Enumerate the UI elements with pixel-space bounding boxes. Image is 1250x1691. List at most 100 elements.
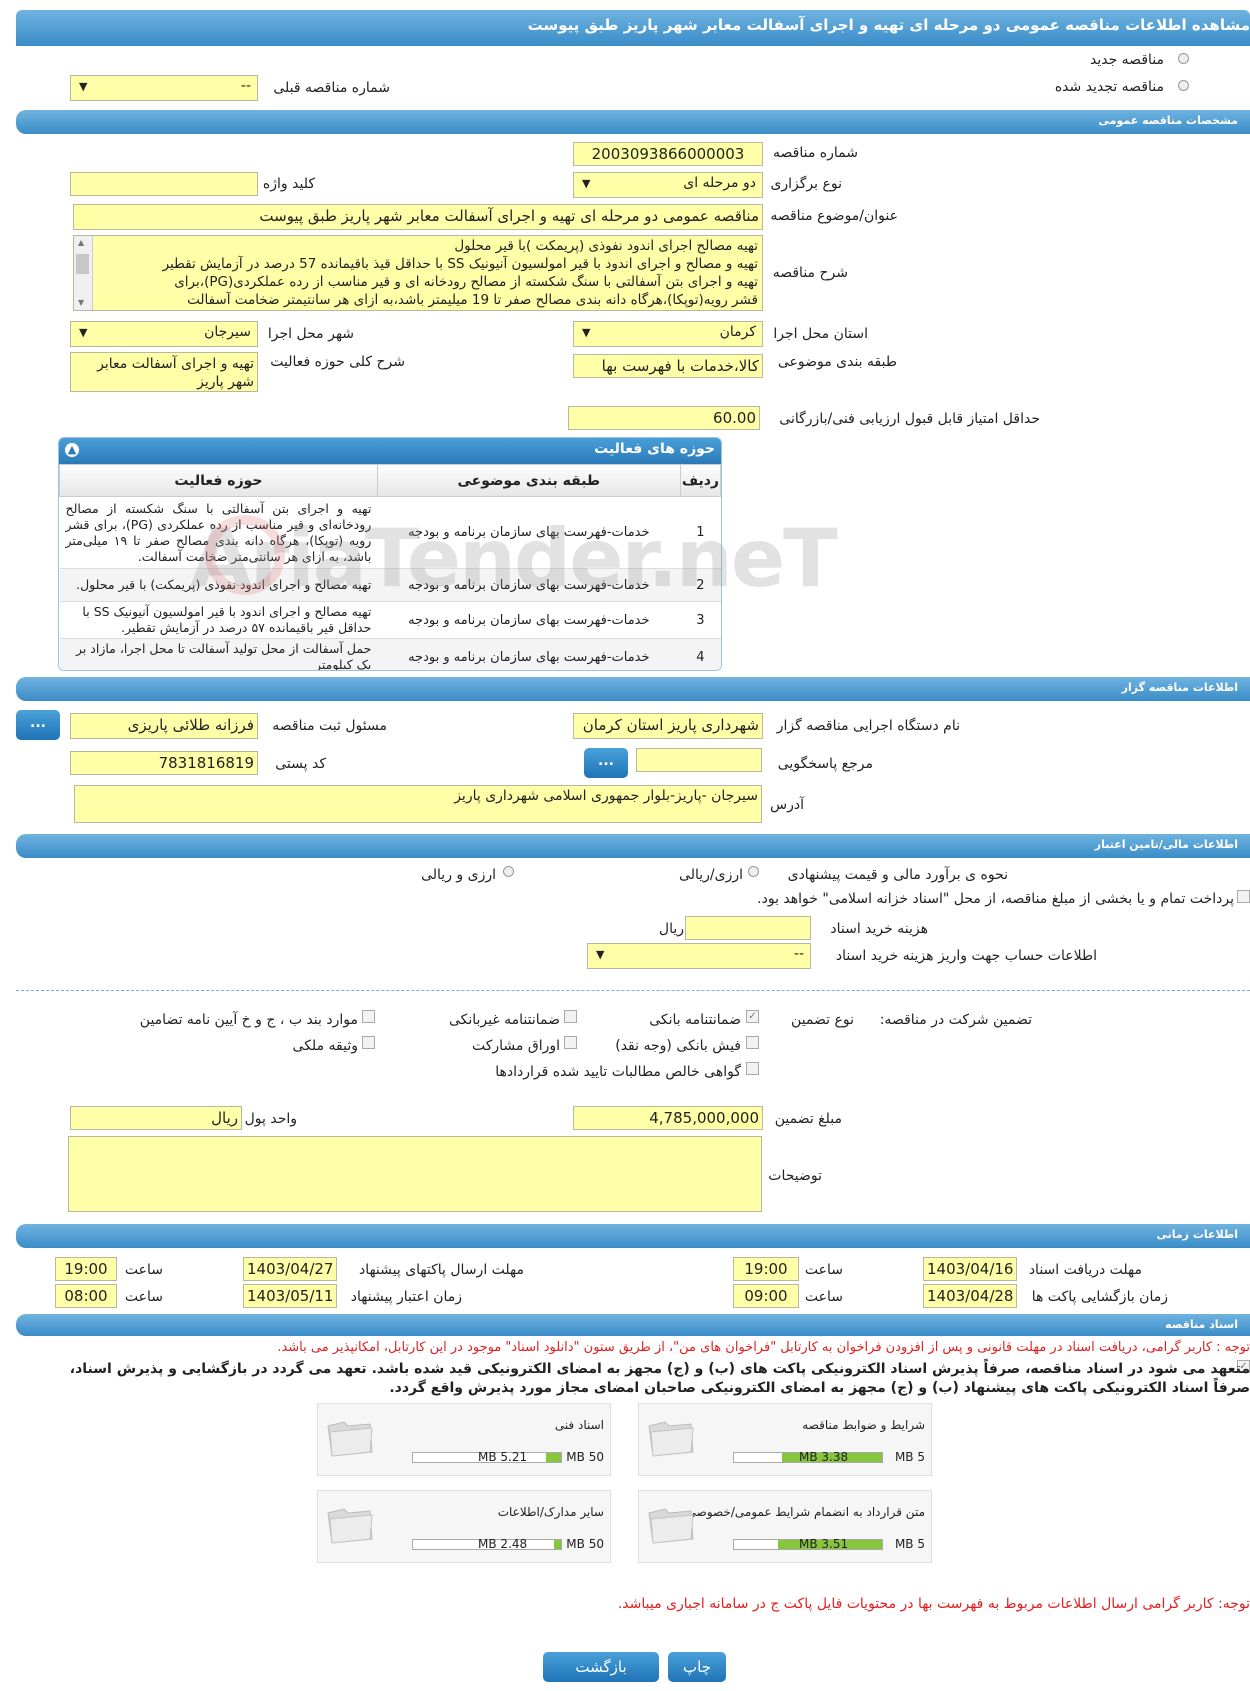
validity-time: 08:00 xyxy=(55,1284,117,1308)
validity-label: زمان اعتبار پیشنهاد xyxy=(350,1289,462,1305)
col-header-row: ردیف xyxy=(679,464,721,497)
guarantee-property-label: وثیقه ملکی xyxy=(292,1038,358,1054)
currency-label: واحد پول xyxy=(244,1111,297,1127)
collapse-icon[interactable]: ▲ xyxy=(65,443,79,457)
estimate-rial-radio[interactable] xyxy=(748,866,759,877)
doc-card-title: سایر مدارک/اطلاعات xyxy=(497,1505,604,1519)
org-label: نام دستگاه اجرایی مناقصه گزار xyxy=(776,718,960,734)
renewed-tender-radio[interactable] xyxy=(1178,80,1189,91)
doc-deadline-label: مهلت دریافت اسناد xyxy=(1028,1262,1142,1278)
activity-table: ردیف طبقه بندی موضوعی حوزه فعالیت 1 خدما… xyxy=(59,464,721,670)
general-section-header: مشخصات مناقصه عمومی xyxy=(16,110,1250,134)
min-score-label: حداقل امتیاز قابل قبول ارزیابی فنی/بازرگ… xyxy=(779,411,1040,427)
province-label: استان محل اجرا xyxy=(773,326,868,342)
doc-card-terms[interactable]: شرایط و ضوابط مناقصه 5 MB 3.38 MB xyxy=(638,1403,932,1476)
guarantee-bonds-label: اوراق مشارکت xyxy=(471,1038,560,1054)
print-button[interactable]: چاپ xyxy=(668,1652,726,1682)
responsible-field: فرزانه طلائی پاریزی xyxy=(70,713,258,739)
opening-time: 09:00 xyxy=(733,1284,799,1308)
description-line: تهیه مصالح اجرای اندود نفوذی (پریمکت )با… xyxy=(454,238,758,254)
guarantee-clauses-label: موارد بند ب ، ج و خ آیین نامه تضامین xyxy=(139,1012,358,1028)
guarantee-bank-checkbox[interactable]: ✓ xyxy=(746,1010,759,1023)
opening-time-label: ساعت xyxy=(804,1289,843,1305)
province-select[interactable]: کرمان ▼ xyxy=(573,321,763,347)
opening-date: 1403/04/28 xyxy=(923,1284,1017,1308)
doc-card-other[interactable]: سایر مدارک/اطلاعات 50 MB 2.48 MB xyxy=(317,1490,611,1563)
estimate-rial-label: ارزی/ریالی xyxy=(679,867,743,883)
address-label: آدرس xyxy=(770,797,804,813)
guarantee-clauses-checkbox[interactable] xyxy=(362,1010,375,1023)
city-label: شهر محل اجرا xyxy=(267,326,354,342)
guarantee-cash-label: فیش بانکی (وجه نقد) xyxy=(615,1038,741,1054)
table-row: 4 خدمات-فهرست بهای سازمان برنامه و بودجه… xyxy=(59,638,721,670)
org-field: شهرداری پاریز استان کرمان xyxy=(573,713,763,739)
section-divider xyxy=(16,990,1250,991)
back-button[interactable]: بازگشت xyxy=(543,1652,659,1682)
new-tender-radio[interactable] xyxy=(1178,53,1189,64)
tender-number-label: شماره مناقصه xyxy=(773,145,858,161)
doc-card-title: اسناد فنی xyxy=(554,1418,604,1432)
doc-cost-label: هزینه خرید اسناد xyxy=(830,921,928,937)
prev-number-select[interactable]: -- ▼ xyxy=(70,75,258,101)
guarantee-bonds-checkbox[interactable] xyxy=(564,1036,577,1049)
activity-desc-label: شرح کلی حوزه فعالیت xyxy=(270,354,405,370)
folder-icon xyxy=(327,1421,373,1457)
description-scrollbar[interactable]: ▲ ▼ xyxy=(74,236,93,310)
keyword-label: کلید واژه xyxy=(262,176,315,192)
doc-card-max: 5 MB xyxy=(894,1450,925,1464)
description-line: تهیه و مصالح و اجرای اندود با قیر امولسی… xyxy=(162,256,758,272)
documents-section-header: اسناد مناقصه xyxy=(16,1314,1250,1336)
renewed-tender-label: مناقصه تجدید شده xyxy=(1054,79,1164,95)
guarantee-cash-checkbox[interactable] xyxy=(746,1036,759,1049)
doc-deadline-time-label: ساعت xyxy=(804,1262,843,1278)
ref-lookup-button[interactable]: ... xyxy=(584,748,628,778)
guarantee-label: تضمین شرکت در مناقصه: xyxy=(879,1012,1032,1028)
col-header-category: طبقه بندی موضوعی xyxy=(376,464,681,497)
notes-field xyxy=(68,1136,762,1212)
table-row: 1 خدمات-فهرست بهای سازمان برنامه و بودجه… xyxy=(59,496,721,569)
doc-card-max: 5 MB xyxy=(894,1537,925,1551)
description-textarea[interactable]: ▲ ▼ تهیه مصالح اجرای اندود نفوذی (پریمکت… xyxy=(73,235,763,311)
doc-cost-unit: ریال xyxy=(658,921,684,937)
folder-icon xyxy=(648,1508,694,1544)
doc-card-contract[interactable]: متن قرارداد به انضمام شرایط عمومی/خصوصی … xyxy=(638,1490,932,1563)
holding-type-select[interactable]: دو مرحله ای ▼ xyxy=(573,172,763,198)
guarantee-amount-field: 4,785,000,000 xyxy=(573,1106,763,1130)
chevron-down-icon: ▼ xyxy=(79,326,88,339)
chevron-down-icon: ▼ xyxy=(596,948,605,961)
doc-card-size: 3.51 MB xyxy=(799,1537,849,1551)
col-header-activity: حوزه فعالیت xyxy=(59,464,378,497)
chevron-down-icon: ▼ xyxy=(79,80,88,93)
table-row: 2 خدمات-فهرست بهای سازمان برنامه و بودجه… xyxy=(59,568,721,602)
submit-deadline-label: مهلت ارسال پاکتهای پیشنهاد xyxy=(358,1262,524,1278)
guarantee-nonbank-checkbox[interactable] xyxy=(564,1010,577,1023)
new-tender-label: مناقصه جدید xyxy=(1089,52,1164,68)
doc-card-size: 3.38 MB xyxy=(799,1450,849,1464)
treasury-label: پرداخت تمام و یا بخشی از مبلغ مناقصه، از… xyxy=(757,891,1234,907)
doc-deadline-time: 19:00 xyxy=(733,1257,799,1281)
price-list-note: توجه: کاربر گرامی ارسال اطلاعات مربوط به… xyxy=(617,1596,1250,1612)
city-select[interactable]: سیرجان ▼ xyxy=(70,321,258,347)
tender-number-field: 2003093866000003 xyxy=(573,142,763,166)
address-field: سیرجان -پاریز-بلوار جمهوری اسلامی شهردار… xyxy=(74,785,762,823)
organizer-section-header: اطلاعات مناقصه گزار xyxy=(16,677,1250,701)
submit-deadline-time: 19:00 xyxy=(55,1257,117,1281)
chevron-down-icon: ▼ xyxy=(582,326,591,339)
treasury-checkbox[interactable] xyxy=(1237,890,1250,903)
account-select[interactable]: -- ▼ xyxy=(587,943,811,969)
responsible-lookup-button[interactable]: ... xyxy=(16,710,60,740)
min-score-field: 60.00 xyxy=(568,406,760,430)
commit-line-1: متعهد می شود در اسناد مناقصه، صرفاً پذیر… xyxy=(69,1361,1250,1377)
guarantee-receivables-checkbox[interactable] xyxy=(746,1062,759,1075)
guarantee-property-checkbox[interactable] xyxy=(362,1036,375,1049)
doc-card-technical[interactable]: اسناد فنی 50 MB 5.21 MB xyxy=(317,1403,611,1476)
guarantee-nonbank-label: ضمانتنامه غیربانکی xyxy=(448,1012,560,1028)
estimate-currency-radio[interactable] xyxy=(503,866,514,877)
submit-deadline-date: 1403/04/27 xyxy=(243,1257,337,1281)
submit-deadline-time-label: ساعت xyxy=(124,1262,163,1278)
keyword-field[interactable] xyxy=(70,172,258,196)
guarantee-amount-label: مبلغ تضمین xyxy=(774,1111,842,1127)
holding-type-label: نوع برگزاری xyxy=(770,176,842,192)
subject-label: عنوان/موضوع مناقصه xyxy=(770,208,898,224)
timing-section-header: اطلاعات زمانی xyxy=(16,1224,1250,1248)
